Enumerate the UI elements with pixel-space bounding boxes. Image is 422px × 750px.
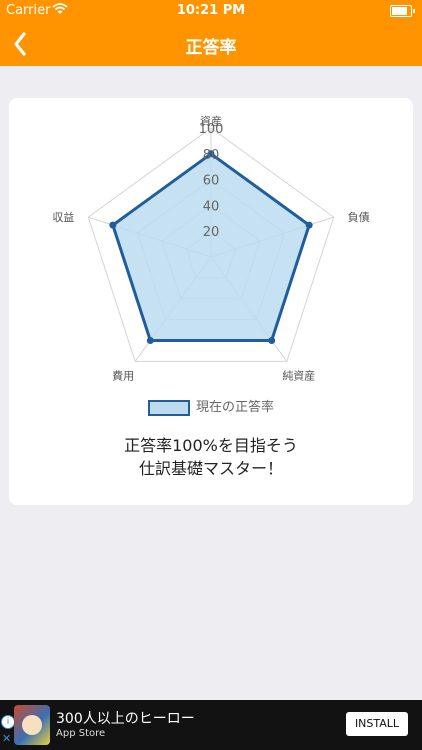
legend-swatch [147,399,190,416]
data-point [109,221,117,229]
ad-close-icon[interactable]: ✕ [2,732,11,745]
tick-label: 80 [203,148,220,163]
chart-legend[interactable]: 現在の正答率 [9,396,413,416]
axis-label: 資産 [200,115,222,128]
axis-label: 純資産 [282,369,315,382]
legend-label: 現在の正答率 [195,400,274,415]
data-point [146,336,154,344]
ad-banner[interactable]: i ✕ 300人以上のヒーロー App Store INSTALL [0,700,422,750]
ad-store-label: App Store [56,728,106,739]
encouragement-message: 正答率100%を目指そう 仕訳基礎マスター！ [9,434,413,480]
data-point [268,336,276,344]
ad-info-icon[interactable]: i [1,715,15,729]
tick-label: 60 [203,174,220,189]
axis-label: 収益 [52,210,74,224]
radar-chart: 20406080100資産負債純資産費用収益 [52,115,370,382]
page-title: 正答率 [185,38,237,58]
ad-app-icon [14,705,50,745]
data-point [305,221,313,229]
axis-label: 費用 [112,368,134,382]
tick-label: 40 [203,199,220,214]
status-bar: Carrier 10:21 PM [0,0,422,22]
message-line-1: 正答率100%を目指そう [124,436,298,455]
axis-label: 負債 [348,210,370,224]
battery-icon [390,5,415,17]
score-card: 20 40 60 80 100 資産 負債 純資産 費用 収益 現在の正答率 正答率100%を目指… [9,98,413,505]
message-line-2: 仕訳基礎マスター！ [138,459,283,478]
tick-label: 20 [203,225,220,240]
ad-title: 300人以上のヒーロー [56,711,195,727]
navigation-bar: 正答率 [0,22,422,66]
status-time: 10:21 PM [176,3,246,18]
ad-install-button[interactable]: INSTALL [346,712,408,736]
